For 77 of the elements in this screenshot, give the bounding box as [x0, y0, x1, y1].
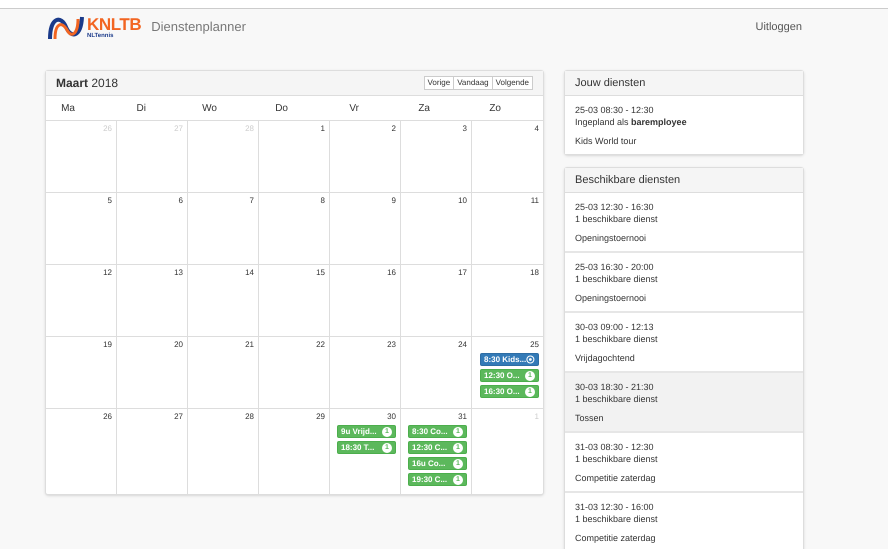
- brand-name: KNLTB: [87, 16, 142, 32]
- day-number: 5: [108, 197, 112, 205]
- shift-status: 1 beschikbare dienst: [575, 333, 659, 345]
- day-number: 24: [458, 341, 467, 349]
- day-number: 15: [316, 269, 325, 277]
- weekday-label: Za: [418, 102, 430, 114]
- day-number: 1: [320, 125, 325, 133]
- day-number: 6: [178, 197, 183, 205]
- weekday-label: Di: [136, 102, 146, 114]
- nav-button[interactable]: Vorige: [424, 76, 454, 90]
- shift-status: 1 beschikbare dienst: [575, 393, 659, 405]
- weekday-label: Zo: [489, 102, 501, 114]
- shift-time: 31-03 12:30 - 16:00: [575, 501, 655, 513]
- month-title: Maart 2018: [56, 75, 118, 92]
- shift-list-item[interactable]: 30-03 09:00 - 12:13 1 beschikbare dienst Vrijdagochtend: [565, 311, 803, 371]
- shift-event[interactable]: 8:30 Kids...: [480, 353, 539, 366]
- day-number: 23: [387, 341, 396, 349]
- day-number: 21: [245, 341, 254, 349]
- shift-list-item[interactable]: 30-03 18:30 - 21:30 1 beschikbare dienst Tossen: [565, 371, 803, 431]
- weekday-label: Ma: [61, 102, 75, 114]
- day-number: 31: [458, 413, 467, 421]
- day-number: 3: [462, 125, 467, 133]
- shift-name: Competitie zaterdag: [575, 472, 657, 484]
- shift-status: 1 beschikbare dienst: [575, 453, 659, 465]
- day-number: 8: [320, 197, 325, 205]
- day-number: 30: [387, 413, 396, 421]
- panel-title: Jouw diensten: [575, 76, 646, 91]
- shift-status: 1 beschikbare dienst: [575, 513, 659, 525]
- day-number: 12: [103, 269, 112, 277]
- weekday-label: Wo: [202, 102, 217, 114]
- shift-list-item[interactable]: 25-03 12:30 - 16:30 1 beschikbare dienst Openingstoernooi: [565, 193, 803, 251]
- day-number: 13: [174, 269, 183, 277]
- shift-name: Tossen: [575, 412, 605, 424]
- day-number: 11: [530, 197, 539, 205]
- shift-list-item[interactable]: 25-03 08:30 - 12:30 Ingepland als baremployee Kids World tour: [565, 96, 803, 154]
- day-number: 16: [387, 269, 396, 277]
- nav-button[interactable]: Vandaag: [453, 76, 493, 90]
- day-number: 14: [245, 269, 254, 277]
- shift-time: 30-03 09:00 - 12:13: [575, 321, 655, 333]
- day-number: 20: [174, 341, 183, 349]
- shift-name: Kids World tour: [575, 135, 638, 147]
- shift-time: 31-03 08:30 - 12:30: [575, 441, 655, 453]
- shift-list-item[interactable]: 31-03 12:30 - 16:00 1 beschikbare dienst Competitie zaterdag: [565, 491, 803, 549]
- weekday-label: Vr: [349, 102, 359, 114]
- nav-button[interactable]: Volgende: [492, 76, 533, 90]
- target-icon: [526, 355, 535, 364]
- day-number: 2: [392, 125, 396, 133]
- day-number: 18: [530, 269, 539, 277]
- shift-time: 25-03 16:30 - 20:00: [575, 261, 655, 273]
- day-number: 17: [458, 269, 467, 277]
- shift-name: Openingstoernooi: [575, 292, 648, 304]
- shift-time: 30-03 18:30 - 21:30: [575, 381, 655, 393]
- shift-name: Competitie zaterdag: [575, 532, 657, 544]
- weekday-label: Do: [275, 102, 288, 114]
- shift-time: 25-03 08:30 - 12:30: [575, 104, 655, 116]
- day-number: 10: [458, 197, 467, 205]
- shift-name: Openingstoernooi: [575, 232, 648, 244]
- shift-name: Vrijdagochtend: [575, 352, 636, 364]
- day-number: 29: [316, 413, 325, 421]
- day-number: 19: [103, 341, 112, 349]
- day-number: 26: [103, 413, 112, 421]
- day-number: 4: [534, 125, 539, 133]
- shift-list-item[interactable]: 25-03 16:30 - 20:00 1 beschikbare dienst Openingstoernooi: [565, 251, 803, 311]
- day-number: 7: [250, 197, 254, 205]
- day-number: 28: [245, 413, 254, 421]
- shift-status: Ingepland als baremployee: [575, 116, 688, 128]
- shift-status: 1 beschikbare dienst: [575, 213, 659, 225]
- shift-list-item[interactable]: 31-03 08:30 - 12:30 1 beschikbare dienst Competitie zaterdag: [565, 431, 803, 491]
- day-number: 25: [530, 341, 539, 349]
- day-number: 9: [392, 197, 396, 205]
- app-title: Dienstenplanner: [151, 18, 246, 36]
- shift-time: 25-03 12:30 - 16:30: [575, 201, 655, 213]
- logout-link[interactable]: Uitloggen: [756, 18, 802, 36]
- day-number: 27: [174, 413, 183, 421]
- shift-status: 1 beschikbare dienst: [575, 273, 659, 285]
- day-number: 22: [316, 341, 325, 349]
- panel-title: Beschikbare diensten: [575, 172, 680, 188]
